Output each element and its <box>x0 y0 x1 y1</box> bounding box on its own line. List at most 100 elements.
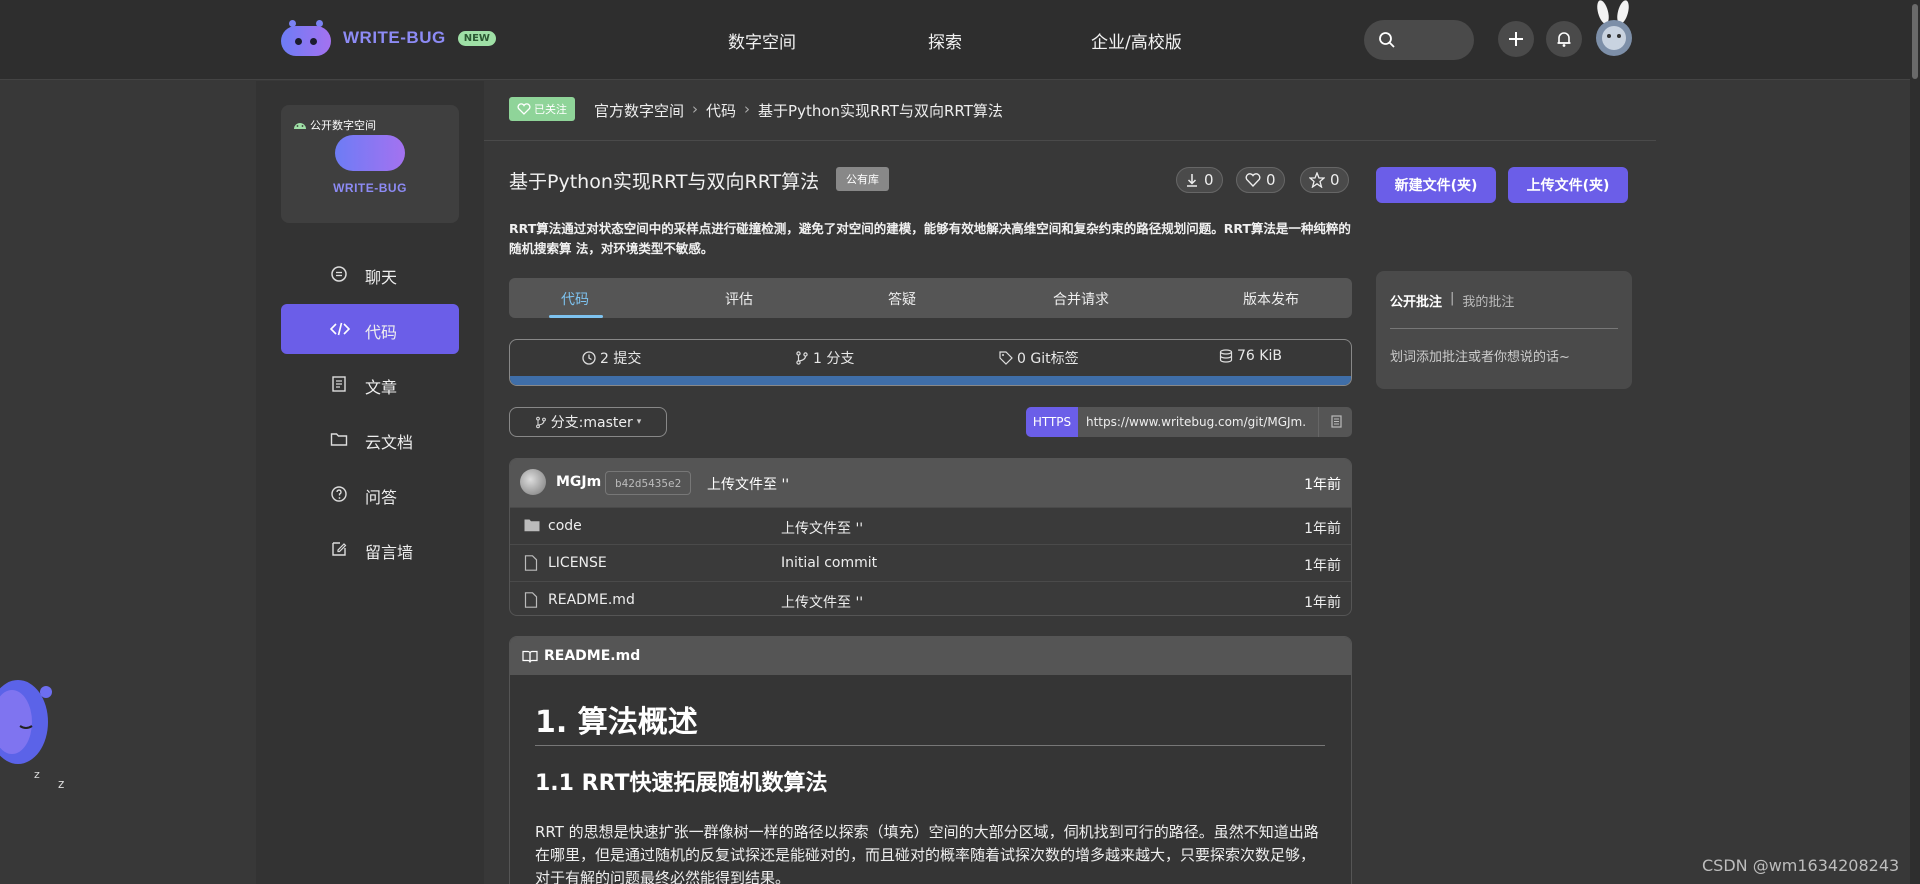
protocol-button[interactable]: HTTPS <box>1026 407 1078 437</box>
download-icon <box>1187 174 1197 187</box>
author-avatar[interactable] <box>520 469 546 495</box>
readme-header: README.md <box>510 637 1351 675</box>
active-tab-indicator <box>549 315 603 318</box>
book-icon <box>522 650 538 663</box>
tab-public-annotations[interactable]: 公开批注 <box>1390 291 1442 310</box>
size-label: 76 KiB <box>1237 348 1282 364</box>
readme-paragraph: RRT 的思想是快速扩张一群像树一样的路径以探索（填充）空间的大部分区域，伺机找… <box>535 823 1319 884</box>
copy-button[interactable] <box>1318 407 1352 437</box>
clone-url-box: HTTPS https://www.writebug.com/git/MGJm. <box>1026 407 1352 437</box>
file-commit-message[interactable]: 上传文件至 '' <box>781 518 863 538</box>
clone-url[interactable]: https://www.writebug.com/git/MGJm. <box>1086 415 1321 429</box>
commit-hash[interactable]: b42d5435e2 <box>605 471 692 495</box>
upload-file-button[interactable]: 上传文件(夹) <box>1508 167 1628 203</box>
branch-selector[interactable]: 分支:master ▾ <box>509 407 667 437</box>
heart-icon <box>1245 173 1261 187</box>
commit-message[interactable]: 上传文件至 '' <box>707 474 789 494</box>
scrollbar-thumb[interactable] <box>1912 4 1918 79</box>
tab-merge-requests[interactable]: 合并请求 <box>1053 289 1109 309</box>
tab-releases[interactable]: 版本发布 <box>1243 289 1299 309</box>
breadcrumb-code[interactable]: 代码 <box>706 100 736 121</box>
branch-icon <box>535 416 546 428</box>
sidebar-item-cloud-docs[interactable]: 云文档 <box>281 414 459 464</box>
annotation-hint: 划词添加批注或者你想说的话~ <box>1390 350 1570 365</box>
file-row[interactable]: LICENSE Initial commit 1年前 <box>510 544 1351 581</box>
like-count-value: 0 <box>1266 171 1276 189</box>
tab-evaluation[interactable]: 评估 <box>725 289 753 309</box>
breadcrumb-bar: 已关注 官方数字空间 › 代码 › 基于Python实现RRT与双向RRT算法 <box>484 81 1656 141</box>
file-name[interactable]: LICENSE <box>548 555 607 571</box>
file-row[interactable]: README.md 上传文件至 '' 1年前 <box>510 581 1351 615</box>
chevron-right-icon: › <box>692 100 699 118</box>
notifications-button[interactable] <box>1546 21 1582 57</box>
digital-space-card[interactable]: 公开数字空间 WRITE-BUG <box>281 105 459 223</box>
tab-my-annotations[interactable]: 我的批注 <box>1462 291 1514 310</box>
file-commit-message[interactable]: Initial commit <box>781 555 877 571</box>
space-label-text: 公开数字空间 <box>310 119 376 132</box>
file-row[interactable]: code 上传文件至 '' 1年前 <box>510 507 1351 544</box>
create-button[interactable] <box>1498 21 1534 57</box>
sidebar-item-qa[interactable]: 问答 <box>281 469 459 519</box>
commits-stat[interactable]: 2 提交 <box>582 348 641 368</box>
sidebar-item-code[interactable]: 代码 <box>281 304 459 354</box>
sidebar-item-message-wall[interactable]: 留言墙 <box>281 524 459 574</box>
file-commit-message[interactable]: 上传文件至 '' <box>781 592 863 612</box>
divider <box>1390 328 1618 329</box>
logo-text: WRITE-BUG <box>343 28 446 47</box>
sidebar-item-article[interactable]: 文章 <box>281 359 459 409</box>
file-icon <box>524 592 538 608</box>
nav-explore[interactable]: 探索 <box>928 28 962 53</box>
language-bar <box>510 376 1351 385</box>
nav-enterprise[interactable]: 企业/高校版 <box>1091 28 1182 53</box>
commit-time: 1年前 <box>1304 477 1341 493</box>
star-count-value: 0 <box>1330 171 1340 189</box>
tab-separator: | <box>1450 291 1455 306</box>
like-count[interactable]: 0 <box>1236 167 1285 193</box>
file-time: 1年前 <box>1304 521 1341 537</box>
floating-mascot[interactable]: z z <box>0 666 70 791</box>
follow-label: 已关注 <box>534 103 567 116</box>
file-time: 1年前 <box>1304 558 1341 574</box>
readme-panel: README.md 1. 算法概述 1.1 RRT快速拓展随机数算法 RRT 的… <box>509 636 1352 884</box>
commit-author[interactable]: MGJm <box>556 474 601 490</box>
file-name[interactable]: code <box>548 518 582 534</box>
tab-qa[interactable]: 答疑 <box>888 289 916 309</box>
sidebar-item-chat[interactable]: 聊天 <box>281 249 459 299</box>
scrollbar[interactable] <box>1910 0 1920 884</box>
clock-icon <box>582 351 596 365</box>
divider <box>535 745 1325 746</box>
sidebar-item-label: 聊天 <box>365 268 398 287</box>
site-logo[interactable]: WRITE-BUG NEW <box>279 18 496 58</box>
download-count-value: 0 <box>1204 171 1214 189</box>
new-file-button[interactable]: 新建文件(夹) <box>1376 167 1496 203</box>
heart-icon <box>517 103 531 115</box>
tab-code[interactable]: 代码 <box>561 289 589 309</box>
tag-icon <box>999 351 1013 365</box>
file-name[interactable]: README.md <box>548 592 635 608</box>
space-mascot-icon <box>335 135 405 171</box>
search-button[interactable] <box>1364 20 1474 60</box>
user-avatar[interactable] <box>1590 0 1638 58</box>
branch-icon <box>796 351 808 365</box>
folder-icon <box>524 519 540 532</box>
breadcrumb-repo[interactable]: 基于Python实现RRT与双向RRT算法 <box>758 100 1003 121</box>
android-icon <box>294 123 306 129</box>
nav-digital-space[interactable]: 数字空间 <box>728 28 796 53</box>
file-icon <box>524 555 538 571</box>
tags-stat[interactable]: 0 Git标签 <box>999 348 1079 368</box>
sidebar-item-label: 留言墙 <box>365 543 414 562</box>
branches-stat[interactable]: 1 分支 <box>795 348 854 368</box>
readme-heading-2: 1.1 RRT快速拓展随机数算法 <box>535 771 828 796</box>
download-count[interactable]: 0 <box>1176 167 1223 193</box>
search-icon <box>1379 32 1395 48</box>
bell-icon <box>1557 32 1571 47</box>
logo-mascot-icon <box>279 18 333 58</box>
annotation-tabs: 公开批注 | 我的批注 <box>1390 291 1514 310</box>
annotations-panel: 公开批注 | 我的批注 划词添加批注或者你想说的话~ <box>1376 271 1632 389</box>
star-count[interactable]: 0 <box>1300 167 1349 193</box>
plus-icon <box>1509 32 1523 46</box>
breadcrumb-space[interactable]: 官方数字空间 <box>594 100 684 121</box>
readme-filename: README.md <box>544 648 641 664</box>
left-sidebar: 公开数字空间 WRITE-BUG 聊天 代码 文章 云文档 问答 留言墙 <box>256 81 484 884</box>
follow-button[interactable]: 已关注 <box>509 97 575 121</box>
